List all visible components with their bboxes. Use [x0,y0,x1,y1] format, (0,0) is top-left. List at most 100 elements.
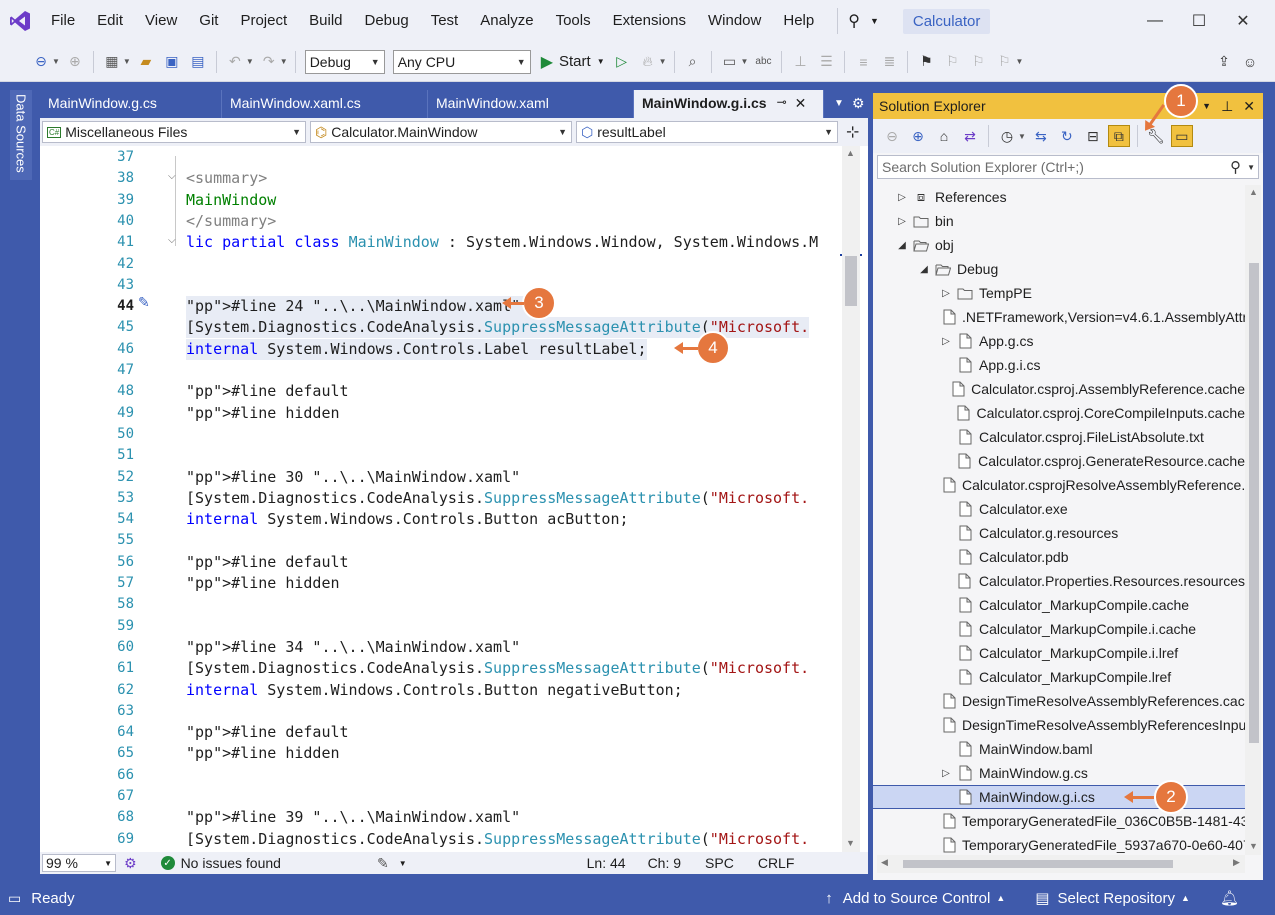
collapse-icon[interactable]: ⌵ [168,171,176,182]
type-select[interactable]: ⌬ Calculator.MainWindow ▼ [310,121,572,143]
tab-mainwindow-xaml[interactable]: MainWindow.xaml [428,90,634,118]
navigate-back-icon[interactable]: ⊖ [30,51,52,73]
open-file-icon[interactable]: ▰ [135,51,157,73]
preview-selected-items-icon[interactable]: ▭ [1170,125,1193,147]
menu-window[interactable]: Window [697,0,772,42]
tree-item[interactable]: Calculator_MarkupCompile.lref [873,665,1245,689]
menu-test[interactable]: Test [420,0,470,42]
outdent-icon[interactable]: ≡ [852,51,874,73]
tree-item[interactable]: Calculator.csproj.FileListAbsolute.txt [873,425,1245,449]
tree-item[interactable]: TemporaryGeneratedFile_5937a670-0e60-407… [873,833,1245,857]
menu-extensions[interactable]: Extensions [602,0,697,42]
code-line[interactable]: 65 "pp">#line hidden [40,743,840,764]
show-all-files-icon[interactable]: ⧉ [1107,125,1130,147]
collapse-icon[interactable]: ⌵ [168,235,176,246]
code-line[interactable]: 58 [40,594,840,615]
new-dropdown-icon[interactable]: ▼ [123,57,131,66]
code-line[interactable]: 43 [40,275,840,296]
collapse-arrow-icon[interactable]: ◢ [895,240,909,251]
undo-dropdown-icon[interactable]: ▼ [246,57,254,66]
code-line[interactable]: 48 "pp">#line default [40,381,840,402]
editor-vertical-scrollbar[interactable] [842,146,860,852]
tab-mainwindow-xaml-cs[interactable]: MainWindow.xaml.cs [222,90,428,118]
tree-item[interactable]: DesignTimeResolveAssemblyReferences.cach… [873,689,1245,713]
solution-explorer-search-input[interactable]: Search Solution Explorer (Ctrl+;) ⚲ ▼ [877,155,1259,179]
filter-dropdown-icon[interactable]: ▼ [1018,132,1026,141]
data-sources-tab[interactable]: Data Sources [10,90,32,180]
indent-icon[interactable]: ≣ [878,51,900,73]
expand-arrow-icon[interactable]: ▷ [939,336,953,347]
search-icon[interactable]: ⚲ [848,11,860,31]
tree-item[interactable]: Calculator.csproj.GenerateResource.cache [873,449,1245,473]
layout-dropdown-icon[interactable]: ▼ [741,57,749,66]
redo-icon[interactable]: ↷ [258,51,280,73]
platform-select[interactable]: Any CPU ▼ [392,49,531,74]
tree-item[interactable]: Calculator_MarkupCompile.i.lref [873,641,1245,665]
tree-item[interactable]: MainWindow.baml [873,737,1245,761]
code-line[interactable]: 68 "pp">#line 39 "..\..\MainWindow.xaml" [40,807,840,828]
code-line[interactable]: 54 internal System.Windows.Controls.Butto… [40,509,840,530]
close-tab-icon[interactable]: ✕ [795,95,807,112]
tree-item[interactable]: .NETFramework,Version=v4.6.1.AssemblyAtt… [873,305,1245,329]
code-line[interactable]: 57 "pp">#line hidden [40,573,840,594]
back-dropdown-icon[interactable]: ▼ [52,57,60,66]
editor-scroll-thumb[interactable] [845,256,857,306]
feedback-icon[interactable]: ☺ [1239,51,1261,73]
tree-item[interactable]: ◢ obj [873,233,1245,257]
tree-item[interactable]: Calculator_MarkupCompile.i.cache [873,617,1245,641]
pending-changes-filter-icon[interactable]: ◷ [996,125,1018,147]
code-line[interactable]: 60 "pp">#line 34 "..\..\MainWindow.xaml" [40,637,840,658]
refresh-icon[interactable]: ↻ [1056,125,1078,147]
tree-item[interactable]: Calculator.pdb [873,545,1245,569]
code-line[interactable]: 39 MainWindow [40,190,840,211]
live-share-icon[interactable]: ⇪ [1213,51,1235,73]
scroll-up-icon[interactable]: ▲ [846,148,855,158]
scroll-down-icon[interactable]: ▼ [1249,841,1258,851]
expand-arrow-icon[interactable]: ▷ [939,768,953,779]
tree-item[interactable]: ◢ Debug [873,257,1245,281]
tree-item[interactable]: ▷ TempPE [873,281,1245,305]
line-ending-indicator[interactable]: CRLF [758,855,795,871]
bookmark-icon[interactable]: ⚑ [915,51,937,73]
hot-reload-dropdown-icon[interactable]: ▼ [659,57,667,66]
tree-item[interactable]: Calculator.Properties.Resources.resource… [873,569,1245,593]
menu-view[interactable]: View [134,0,188,42]
new-project-icon[interactable]: ▦ [101,51,123,73]
prev-bookmark-icon[interactable]: ⚐ [941,51,963,73]
expand-arrow-icon[interactable]: ▷ [895,192,909,203]
menu-analyze[interactable]: Analyze [469,0,544,42]
tab-overflow-icon[interactable]: ▼ [824,90,850,118]
source-control-caret-icon[interactable]: ▲ [996,893,1005,903]
tree-item[interactable]: ▷ App.g.cs [873,329,1245,353]
browse-icon[interactable]: ⌕ [682,51,704,73]
tree-item[interactable]: Calculator.csproj.CoreCompileInputs.cach… [873,401,1245,425]
code-line[interactable]: 55 [40,530,840,551]
code-line[interactable]: 56 "pp">#line default [40,552,840,573]
code-line[interactable]: 66 [40,765,840,786]
scroll-up-icon[interactable]: ▲ [1249,187,1258,197]
start-dropdown-icon[interactable]: ▼ [597,57,605,66]
sync-with-document-icon[interactable]: ⇆ [1030,125,1052,147]
menu-build[interactable]: Build [298,0,353,42]
split-editor-icon[interactable]: ⊹ [846,122,859,142]
tab-mainwindow-g-cs[interactable]: MainWindow.g.cs [40,90,222,118]
menu-edit[interactable]: Edit [86,0,134,42]
code-line[interactable]: 44 "pp">#line 24 "..\..\MainWindow.xaml" [40,296,840,318]
tree-item[interactable]: ▷ bin [873,209,1245,233]
tree-item[interactable]: Calculator.csprojResolveAssemblyReferenc… [873,473,1245,497]
line-indicator[interactable]: Ln: 44 [587,855,626,871]
expand-arrow-icon[interactable]: ▷ [939,288,953,299]
whitespace-indicator[interactable]: SPC [705,855,734,871]
intellicode-icon[interactable]: ⚙ [124,855,137,872]
search-area[interactable]: ⚲ ▼ [837,8,879,34]
select-repository-button[interactable]: Select Repository [1057,890,1175,907]
window-position-dropdown-icon[interactable]: ▼ [1202,101,1211,111]
tree-item[interactable]: TemporaryGeneratedFile_036C0B5B-1481-432… [873,809,1245,833]
menu-debug[interactable]: Debug [354,0,420,42]
menu-file[interactable]: File [40,0,86,42]
code-line[interactable]: 37 [40,147,840,168]
scroll-right-icon[interactable]: ▶ [1233,857,1240,868]
close-panel-icon[interactable]: ✕ [1243,98,1255,115]
code-line[interactable]: 59 [40,616,840,637]
start-button[interactable]: ▶ Start ▼ [541,52,605,72]
